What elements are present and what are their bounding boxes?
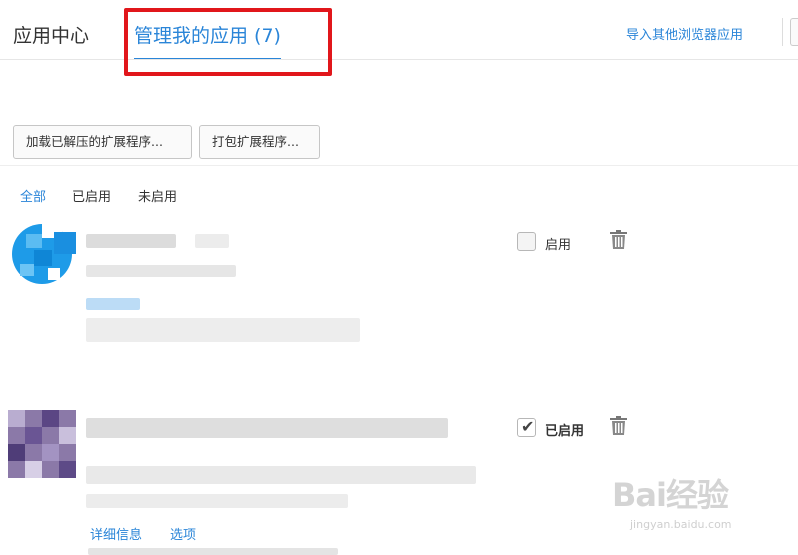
watermark-logo: Bai经验 [612,476,729,514]
enabled-label: 已启用 [545,424,585,439]
enable-checkbox[interactable] [517,232,536,251]
checkmark-icon: ✔ [521,417,535,436]
filter-disabled[interactable]: 未启用 [138,186,177,205]
baidu-jingyan-watermark: Bai经验 jingyan.baidu.com [612,470,792,545]
filter-all[interactable]: 全部 [20,186,46,205]
extension-icon [12,220,76,284]
blurred-extension-name [86,234,176,248]
load-unpacked-button[interactable]: 加载已解压的扩展程序... [13,125,192,159]
blurred-extension-link [86,298,140,310]
app-center-title[interactable]: 应用中心 [13,21,89,48]
enabled-checkbox[interactable]: ✔ [517,417,536,437]
options-link[interactable]: 选项 [170,524,196,543]
trash-icon[interactable] [610,416,627,436]
blurred-extension-name [195,234,229,248]
filter-enabled[interactable]: 已启用 [72,186,111,205]
top-bar: 应用中心 管理我的应用 (7) 导入其他浏览器应用 [0,0,798,60]
details-link[interactable]: 详细信息 [90,524,142,543]
trash-icon[interactable] [610,230,627,250]
blurred-extension-id [86,318,360,342]
annotation-highlight-box [124,8,332,76]
blurred-extension-id [86,494,348,508]
blurred-extension-description [86,466,476,484]
blurred-extension-name [86,418,448,438]
divider [782,18,783,46]
divider [0,165,798,166]
blurred-extension-description [86,265,236,277]
watermark-url: jingyan.baidu.com [630,518,732,531]
enable-label: 启用 [545,238,572,253]
import-browser-apps-link[interactable]: 导入其他浏览器应用 [626,24,743,43]
settings-button[interactable] [790,18,798,46]
pack-extension-button[interactable]: 打包扩展程序... [199,125,320,159]
blurred-extension-text [88,548,338,555]
extension-icon [8,410,76,478]
